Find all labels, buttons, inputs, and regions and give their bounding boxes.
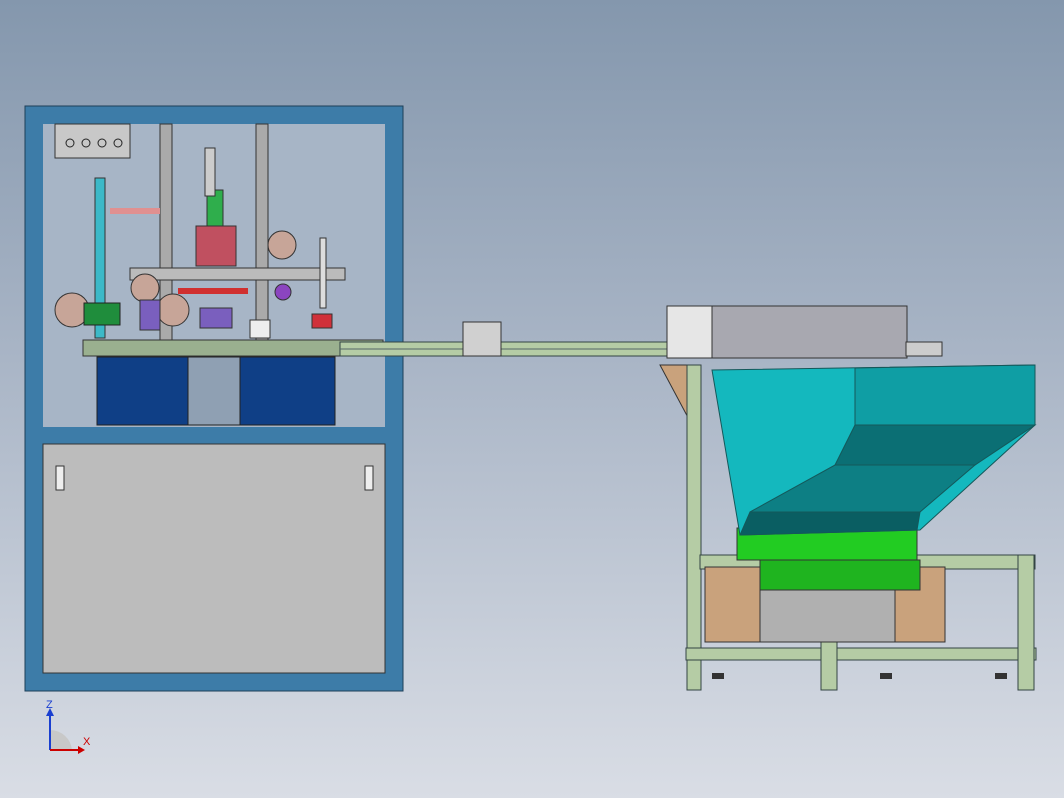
- door-handle-left: [55, 465, 65, 491]
- cabinet-door: [42, 443, 386, 674]
- axis-z-label: Z: [46, 699, 53, 711]
- cad-viewport[interactable]: Z X: [0, 0, 1064, 798]
- axis-x-label: X: [83, 736, 91, 748]
- base-plate: [82, 339, 384, 357]
- axis-triad: Z X: [46, 699, 91, 754]
- vibratory-feeder[interactable]: [659, 305, 1037, 691]
- door-handle-right: [364, 465, 374, 491]
- column: [255, 123, 269, 350]
- left-machine[interactable]: [24, 105, 404, 692]
